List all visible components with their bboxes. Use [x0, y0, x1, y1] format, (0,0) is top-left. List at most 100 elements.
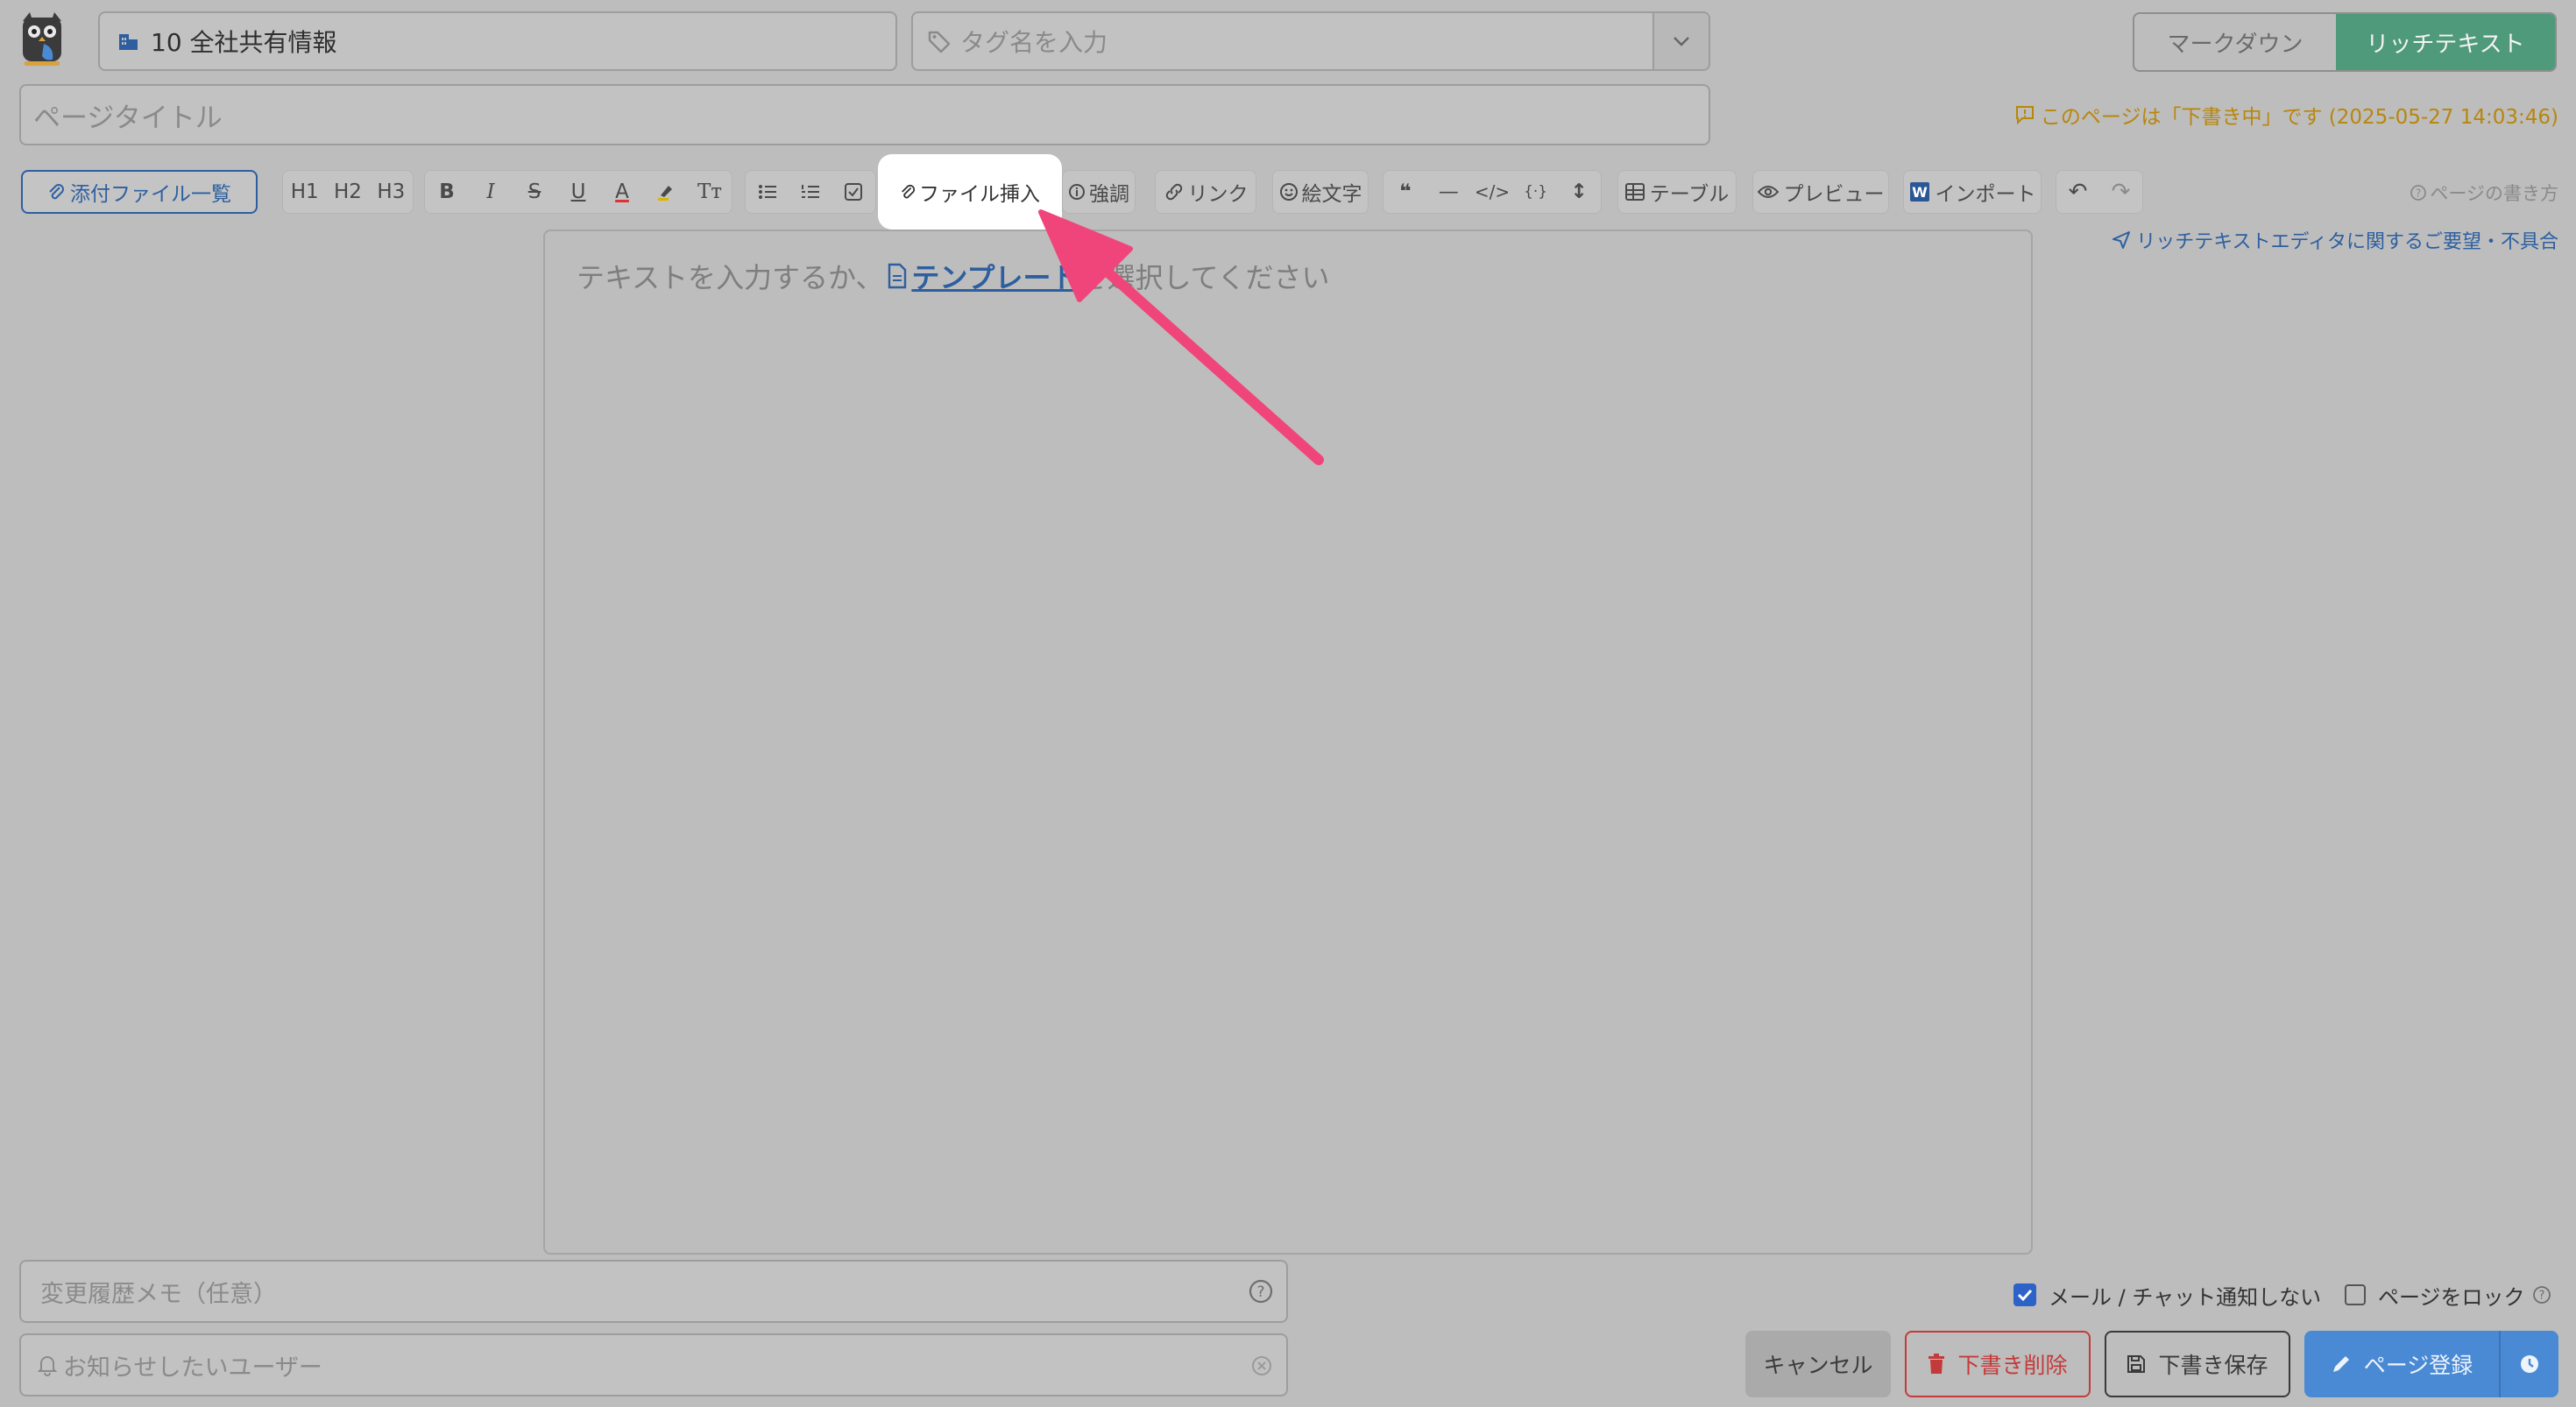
cancel-button[interactable]: キャンセル	[1745, 1331, 1891, 1397]
notify-users-input[interactable]: お知らせしたいユーザー	[19, 1333, 1288, 1396]
clock-icon	[2521, 1355, 2538, 1373]
lock-page-checkbox[interactable]	[2345, 1284, 2366, 1305]
ordered-list-button[interactable]	[789, 171, 832, 213]
strike-button[interactable]: S	[513, 171, 556, 213]
word-icon: W	[1909, 182, 1929, 202]
bell-icon	[37, 1356, 58, 1376]
quote-button[interactable]: ❝	[1384, 171, 1427, 213]
code-button[interactable]: </>	[1470, 171, 1514, 213]
help-label: ページの書き方	[2430, 183, 2558, 204]
group-value: 10 全社共有情報	[151, 28, 337, 57]
history-group: ↶ ↷	[2056, 170, 2143, 214]
delete-draft-label: 下書き削除	[1957, 1353, 2068, 1378]
embed-button[interactable]: {·}	[1514, 171, 1558, 213]
ordered-list-icon	[801, 185, 819, 198]
help-link[interactable]: ? ページの書き方	[2388, 179, 2558, 207]
h2-button[interactable]: H2	[326, 171, 369, 213]
annotation-arrow	[1038, 209, 1324, 465]
attachments-label: 添付ファイル一覧	[70, 183, 231, 206]
clear-format-button[interactable]: Tт	[688, 171, 732, 213]
preview-button[interactable]: プレビュー	[1752, 170, 1889, 214]
editor-mode-switch: マークダウン リッチテキスト	[2133, 12, 2557, 72]
page-title-input[interactable]: ページタイトル	[19, 84, 1710, 145]
tab-richtext[interactable]: リッチテキスト	[2336, 14, 2555, 70]
owl-logo[interactable]	[18, 12, 67, 68]
table-icon	[1624, 183, 1645, 201]
svg-text:?: ?	[2416, 187, 2421, 200]
h3-button[interactable]: H3	[370, 171, 413, 213]
checklist-button[interactable]	[832, 171, 875, 213]
group-select[interactable]: 10 全社共有情報	[98, 11, 897, 71]
spacing-button[interactable]: ↕	[1557, 171, 1601, 213]
attachments-button[interactable]: 添付ファイル一覧	[21, 170, 258, 214]
register-page-label: ページ登録	[2363, 1353, 2473, 1378]
send-icon	[2112, 231, 2131, 249]
text-color-button[interactable]: A	[600, 171, 644, 213]
tag-placeholder: タグ名を入力	[960, 28, 1108, 57]
question-circle-icon[interactable]: ?	[1248, 1278, 1274, 1304]
building-icon	[117, 31, 140, 52]
highlight-button[interactable]	[644, 171, 688, 213]
block-group: ❝ — </> {·} ↕	[1383, 170, 1602, 214]
list-group	[745, 170, 876, 214]
heading-group: H1 H2 H3	[282, 170, 414, 214]
no-notify-option[interactable]: メール / チャット通知しない	[2013, 1279, 2329, 1311]
table-label: テーブル	[1649, 183, 1730, 206]
paperclip-icon	[47, 182, 65, 202]
highlighter-icon	[658, 186, 672, 201]
eye-icon	[1757, 186, 1779, 198]
change-memo-placeholder: 変更履歴メモ（任意）	[40, 1280, 277, 1308]
register-button-group: ページ登録	[2304, 1331, 2558, 1397]
import-label: インポート	[1935, 183, 2036, 206]
svg-text:?: ?	[2538, 1290, 2544, 1303]
h1-button[interactable]: H1	[283, 171, 326, 213]
hr-button[interactable]: —	[1427, 171, 1471, 213]
schedule-button[interactable]	[2499, 1331, 2558, 1397]
clear-circle-icon[interactable]	[1251, 1355, 1272, 1376]
bold-button[interactable]: B	[425, 171, 469, 213]
file-text-icon	[888, 263, 907, 289]
pencil-icon	[2332, 1356, 2349, 1372]
redo-button[interactable]: ↷	[2099, 171, 2142, 213]
paperclip-icon	[900, 182, 916, 202]
delete-draft-button[interactable]: 下書き削除	[1905, 1331, 2091, 1397]
no-notify-checkbox[interactable]	[2013, 1283, 2036, 1306]
chevron-down-icon	[1674, 37, 1689, 46]
bullet-list-icon	[758, 185, 776, 199]
lock-page-option[interactable]: ページをロック ?	[2345, 1279, 2560, 1311]
editor-prompt-before: テキストを入力するか、	[577, 261, 884, 294]
comment-alert-icon	[2014, 104, 2035, 125]
lock-page-label: ページをロック	[2378, 1284, 2525, 1310]
trash-icon	[1928, 1354, 1945, 1374]
table-button[interactable]: テーブル	[1617, 170, 1737, 214]
underline-button[interactable]: U	[556, 171, 600, 213]
question-circle-icon[interactable]: ?	[2532, 1285, 2551, 1304]
question-circle-icon: ?	[2410, 185, 2427, 201]
feedback-link[interactable]: リッチテキストエディタに関するご要望・不具合	[2103, 226, 2558, 254]
no-notify-label: メール / チャット通知しない	[2049, 1284, 2322, 1310]
cancel-label: キャンセル	[1763, 1353, 1873, 1378]
save-icon	[2127, 1355, 2146, 1373]
tag-dropdown-toggle[interactable]	[1652, 13, 1709, 69]
draft-notice-text: このページは「下書き中」です (2025-05-27 14:03:46)	[2040, 106, 2558, 129]
tag-input[interactable]: タグ名を入力	[911, 11, 1710, 71]
svg-text:W: W	[1912, 184, 1928, 201]
preview-label: プレビュー	[1783, 183, 1885, 206]
format-group: B I S U A Tт	[424, 170, 732, 214]
check-icon	[2017, 1289, 2033, 1302]
import-button[interactable]: W インポート	[1903, 170, 2042, 214]
save-draft-label: 下書き保存	[2158, 1353, 2268, 1378]
italic-button[interactable]: I	[469, 171, 513, 213]
change-memo-input[interactable]: 変更履歴メモ（任意） ?	[19, 1260, 1288, 1323]
feedback-label: リッチテキストエディタに関するご要望・不具合	[2136, 231, 2558, 253]
page-title-placeholder: ページタイトル	[33, 102, 223, 134]
save-draft-button[interactable]: 下書き保存	[2105, 1331, 2290, 1397]
notify-users-placeholder: お知らせしたいユーザー	[63, 1354, 322, 1382]
tab-markdown[interactable]: マークダウン	[2134, 14, 2336, 70]
register-page-button[interactable]: ページ登録	[2304, 1331, 2499, 1397]
undo-button[interactable]: ↶	[2056, 171, 2099, 213]
svg-text:?: ?	[1256, 1283, 1264, 1301]
checkbox-icon	[845, 183, 863, 201]
bullet-list-button[interactable]	[746, 171, 789, 213]
tag-icon	[927, 29, 952, 53]
